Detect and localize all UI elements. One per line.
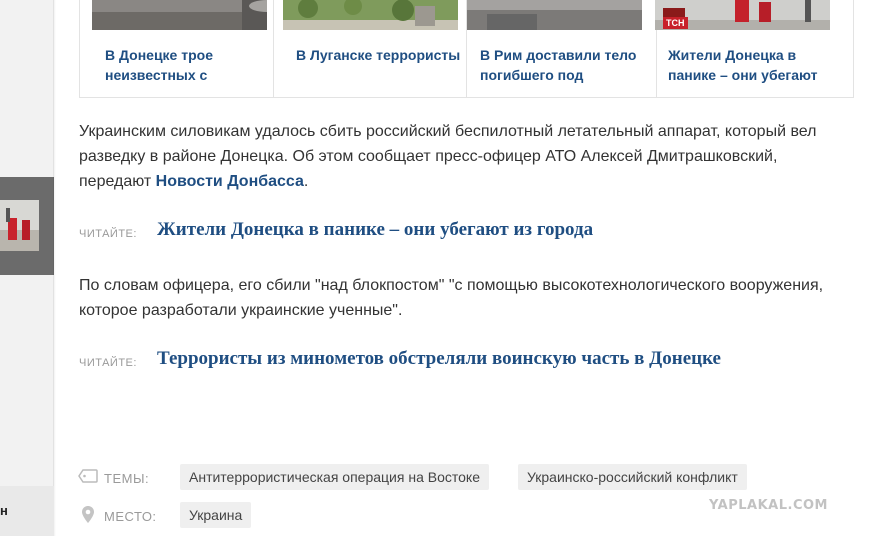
read-also-block: ЧИТАЙТЕ: Террористы из минометов обстрел… xyxy=(79,348,839,378)
left-bottom-text: н xyxy=(0,503,8,518)
read-also-block: ЧИТАЙТЕ: Жители Донецка в панике – они у… xyxy=(79,219,839,249)
place-tag[interactable]: Украина xyxy=(180,502,252,528)
theme-tag[interactable]: Украинско-российский конфликт xyxy=(518,464,747,490)
place-label: МЕСТО: xyxy=(104,509,157,524)
read-also-label: ЧИТАЙТЕ: xyxy=(79,228,137,240)
themes-row: ТЕМЫ: Антитеррористическая операция на В… xyxy=(78,464,778,490)
related-item[interactable]: ТСН Жители Донецка в панике – они убегаю… xyxy=(643,0,843,98)
source-link[interactable]: Новости Донбасса xyxy=(156,173,304,190)
theme-tag[interactable]: Антитеррористическая операция на Востоке xyxy=(180,464,489,490)
related-title[interactable]: В Рим доставили тело погибшего под xyxy=(480,45,645,85)
read-also-link[interactable]: Террористы из минометов обстреляли воинс… xyxy=(157,348,721,370)
place-row: МЕСТО: Украина xyxy=(78,502,478,528)
related-item[interactable]: В Рим доставили тело погибшего под xyxy=(455,0,647,98)
content-shadow xyxy=(53,0,56,536)
read-also-label: ЧИТАЙТЕ: xyxy=(79,357,137,369)
tsn-badge: ТСН xyxy=(663,17,688,29)
tag-icon xyxy=(78,469,98,488)
read-also-link[interactable]: Жители Донецка в панике – они убегают из… xyxy=(157,219,593,241)
related-item[interactable]: В Донецке трое неизвестных с xyxy=(80,0,272,98)
article-text: . xyxy=(303,173,309,190)
related-title[interactable]: В Донецке трое неизвестных с xyxy=(105,45,270,85)
watermark: YAPLAKAL.COM xyxy=(709,498,828,513)
left-bottom-panel xyxy=(0,486,54,536)
article-paragraph: По словам офицера, его сбили "над блокпо… xyxy=(79,277,824,319)
article-paragraph: Украинским силовикам удалось сбить росси… xyxy=(79,119,839,194)
themes-label: ТЕМЫ: xyxy=(104,471,150,486)
location-pin-icon xyxy=(81,505,95,529)
related-item[interactable]: В Луганске террористы xyxy=(271,0,463,98)
related-title[interactable]: В Луганске террористы xyxy=(296,45,461,85)
related-thumbnail[interactable] xyxy=(467,0,642,30)
related-title[interactable]: Жители Донецка в панике – они убегают xyxy=(668,45,833,85)
related-news-strip: В Донецке трое неизвестных с В Луганске … xyxy=(79,0,854,98)
related-thumbnail[interactable] xyxy=(92,0,267,30)
left-gallery-thumbnail[interactable] xyxy=(0,200,39,251)
related-thumbnail[interactable] xyxy=(283,0,458,30)
